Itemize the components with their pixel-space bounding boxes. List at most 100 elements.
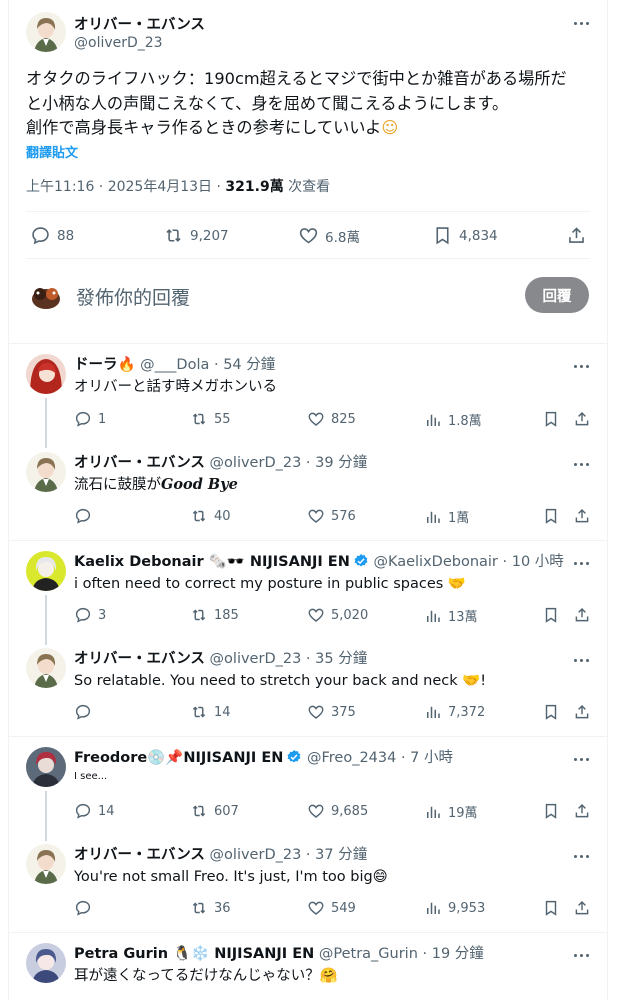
section-divider <box>8 343 608 344</box>
bookmark-action[interactable]: 4,834 <box>432 225 498 246</box>
more-icon[interactable] <box>571 356 591 376</box>
retweet-action[interactable]: 14 <box>190 703 231 721</box>
retweet-icon <box>192 902 206 914</box>
bookmark-action[interactable] <box>542 606 566 624</box>
reply-icon <box>75 508 91 524</box>
main-author-handle[interactable]: @oliverD_23 <box>74 35 163 51</box>
retweet-action[interactable]: 55 <box>190 410 231 428</box>
like-action[interactable]: 576 <box>307 507 356 525</box>
reply-avatar-petra[interactable] <box>26 943 66 983</box>
views-action[interactable]: 7,372 <box>424 703 485 721</box>
bookmark-action[interactable] <box>542 899 566 917</box>
more-icon[interactable] <box>571 13 591 33</box>
share-action[interactable] <box>566 225 593 246</box>
reply-actions: 3 185 5,020 13萬 <box>0 606 620 626</box>
share-icon <box>575 803 589 818</box>
views-icon <box>427 706 440 718</box>
bookmark-action[interactable] <box>542 703 566 721</box>
share-icon <box>569 227 584 243</box>
reply-actions: 36 549 9,953 <box>0 899 620 919</box>
reply-text: 流石に鼓膜が𝑮𝒐𝒐𝒅 𝑩𝒚𝒆 <box>74 476 238 493</box>
reply-avatar-oliver[interactable] <box>26 452 66 492</box>
like-icon <box>308 901 324 915</box>
reply-avatar-oliver[interactable] <box>26 648 66 688</box>
share-action[interactable] <box>573 703 597 721</box>
reply-avatar-kaelix[interactable] <box>26 551 66 591</box>
translate-link[interactable]: 翻譯貼文 <box>26 142 78 161</box>
views-count: 19萬 <box>448 806 478 821</box>
reply-avatar-freodore[interactable] <box>26 747 66 787</box>
reply-icon <box>75 704 91 720</box>
retweet-action[interactable]: 40 <box>190 507 231 525</box>
more-icon[interactable] <box>571 749 591 769</box>
reply-action[interactable] <box>74 899 98 917</box>
retweet-action[interactable]: 36 <box>190 899 231 917</box>
like-action[interactable]: 549 <box>307 899 356 917</box>
more-icon[interactable] <box>571 945 591 965</box>
main-author-avatar[interactable] <box>26 12 66 52</box>
share-icon <box>575 900 589 915</box>
reply-header: オリバー・エバンス @oliverD_23 · 39 分鐘 <box>74 455 368 471</box>
like-action[interactable]: 375 <box>307 703 356 721</box>
share-action[interactable] <box>573 899 597 917</box>
section-divider <box>8 736 608 737</box>
main-author-name[interactable]: オリバー・エバンス <box>74 13 205 34</box>
bookmark-action[interactable] <box>542 507 566 525</box>
compose-avatar <box>26 275 66 315</box>
views-icon <box>427 902 440 914</box>
share-action[interactable] <box>573 802 597 820</box>
reply-action[interactable]: 14 <box>74 802 115 820</box>
like-icon <box>299 228 318 244</box>
retweet-action[interactable]: 9,207 <box>163 225 229 246</box>
like-action[interactable]: 5,020 <box>307 606 368 624</box>
share-icon <box>575 704 589 719</box>
bookmark-action[interactable] <box>542 410 566 428</box>
like-action[interactable]: 825 <box>307 410 356 428</box>
views-icon <box>427 414 440 426</box>
retweets-count: 607 <box>214 803 239 819</box>
compose-input[interactable]: 發佈你的回覆 <box>76 283 190 310</box>
reply-action[interactable]: 3 <box>74 606 106 624</box>
views-action[interactable]: 19萬 <box>424 802 478 821</box>
views-action[interactable]: 1.8萬 <box>424 410 482 429</box>
retweet-action[interactable]: 607 <box>190 802 239 820</box>
verified-icon <box>287 750 301 763</box>
like-action[interactable]: 9,685 <box>307 802 368 820</box>
like-action[interactable]: 6.8萬 <box>298 225 360 246</box>
more-icon[interactable] <box>571 553 591 573</box>
likes-count: 9,685 <box>331 803 369 819</box>
likes-count: 825 <box>331 411 356 427</box>
share-action[interactable] <box>573 507 597 525</box>
reply-icon <box>32 227 49 245</box>
reply-avatar-dola[interactable] <box>26 354 66 394</box>
reply-action[interactable] <box>74 507 98 525</box>
views-action[interactable]: 1萬 <box>424 507 469 526</box>
more-icon[interactable] <box>571 846 591 866</box>
reply-action[interactable]: 1 <box>74 410 106 428</box>
reply-header: Freodore💿📌NIJISANJI EN @Freo_2434 · 7 小時 <box>74 750 454 766</box>
views-count: 321.9萬 <box>225 179 284 195</box>
views-action[interactable]: 9,953 <box>424 899 485 917</box>
replies-count: 14 <box>98 803 115 819</box>
reply-action[interactable]: 88 <box>30 225 74 246</box>
retweet-action[interactable]: 185 <box>190 606 239 624</box>
more-icon[interactable] <box>571 650 591 670</box>
reply-button[interactable]: 回覆 <box>525 277 589 313</box>
reply-avatar-oliver[interactable] <box>26 844 66 884</box>
bookmark-action[interactable] <box>542 802 566 820</box>
views-count: 9,953 <box>448 900 486 916</box>
tweet-timestamp[interactable]: 上午11:16 · 2025年4月13日 · <box>26 179 225 195</box>
more-icon[interactable] <box>571 454 591 474</box>
reply-header: Kaelix Debonair 🗞️🕶️ NIJISANJI EN @Kaeli… <box>74 554 564 570</box>
views-action[interactable]: 13萬 <box>424 606 478 625</box>
retweets-count: 36 <box>214 900 231 916</box>
bookmark-icon <box>545 900 557 916</box>
share-icon <box>575 411 589 426</box>
share-action[interactable] <box>573 606 597 624</box>
reply-action[interactable] <box>74 703 98 721</box>
share-icon <box>575 508 589 523</box>
retweet-icon <box>166 229 181 242</box>
views-count: 13萬 <box>448 610 478 625</box>
share-action[interactable] <box>573 410 597 428</box>
retweet-icon <box>192 413 206 425</box>
